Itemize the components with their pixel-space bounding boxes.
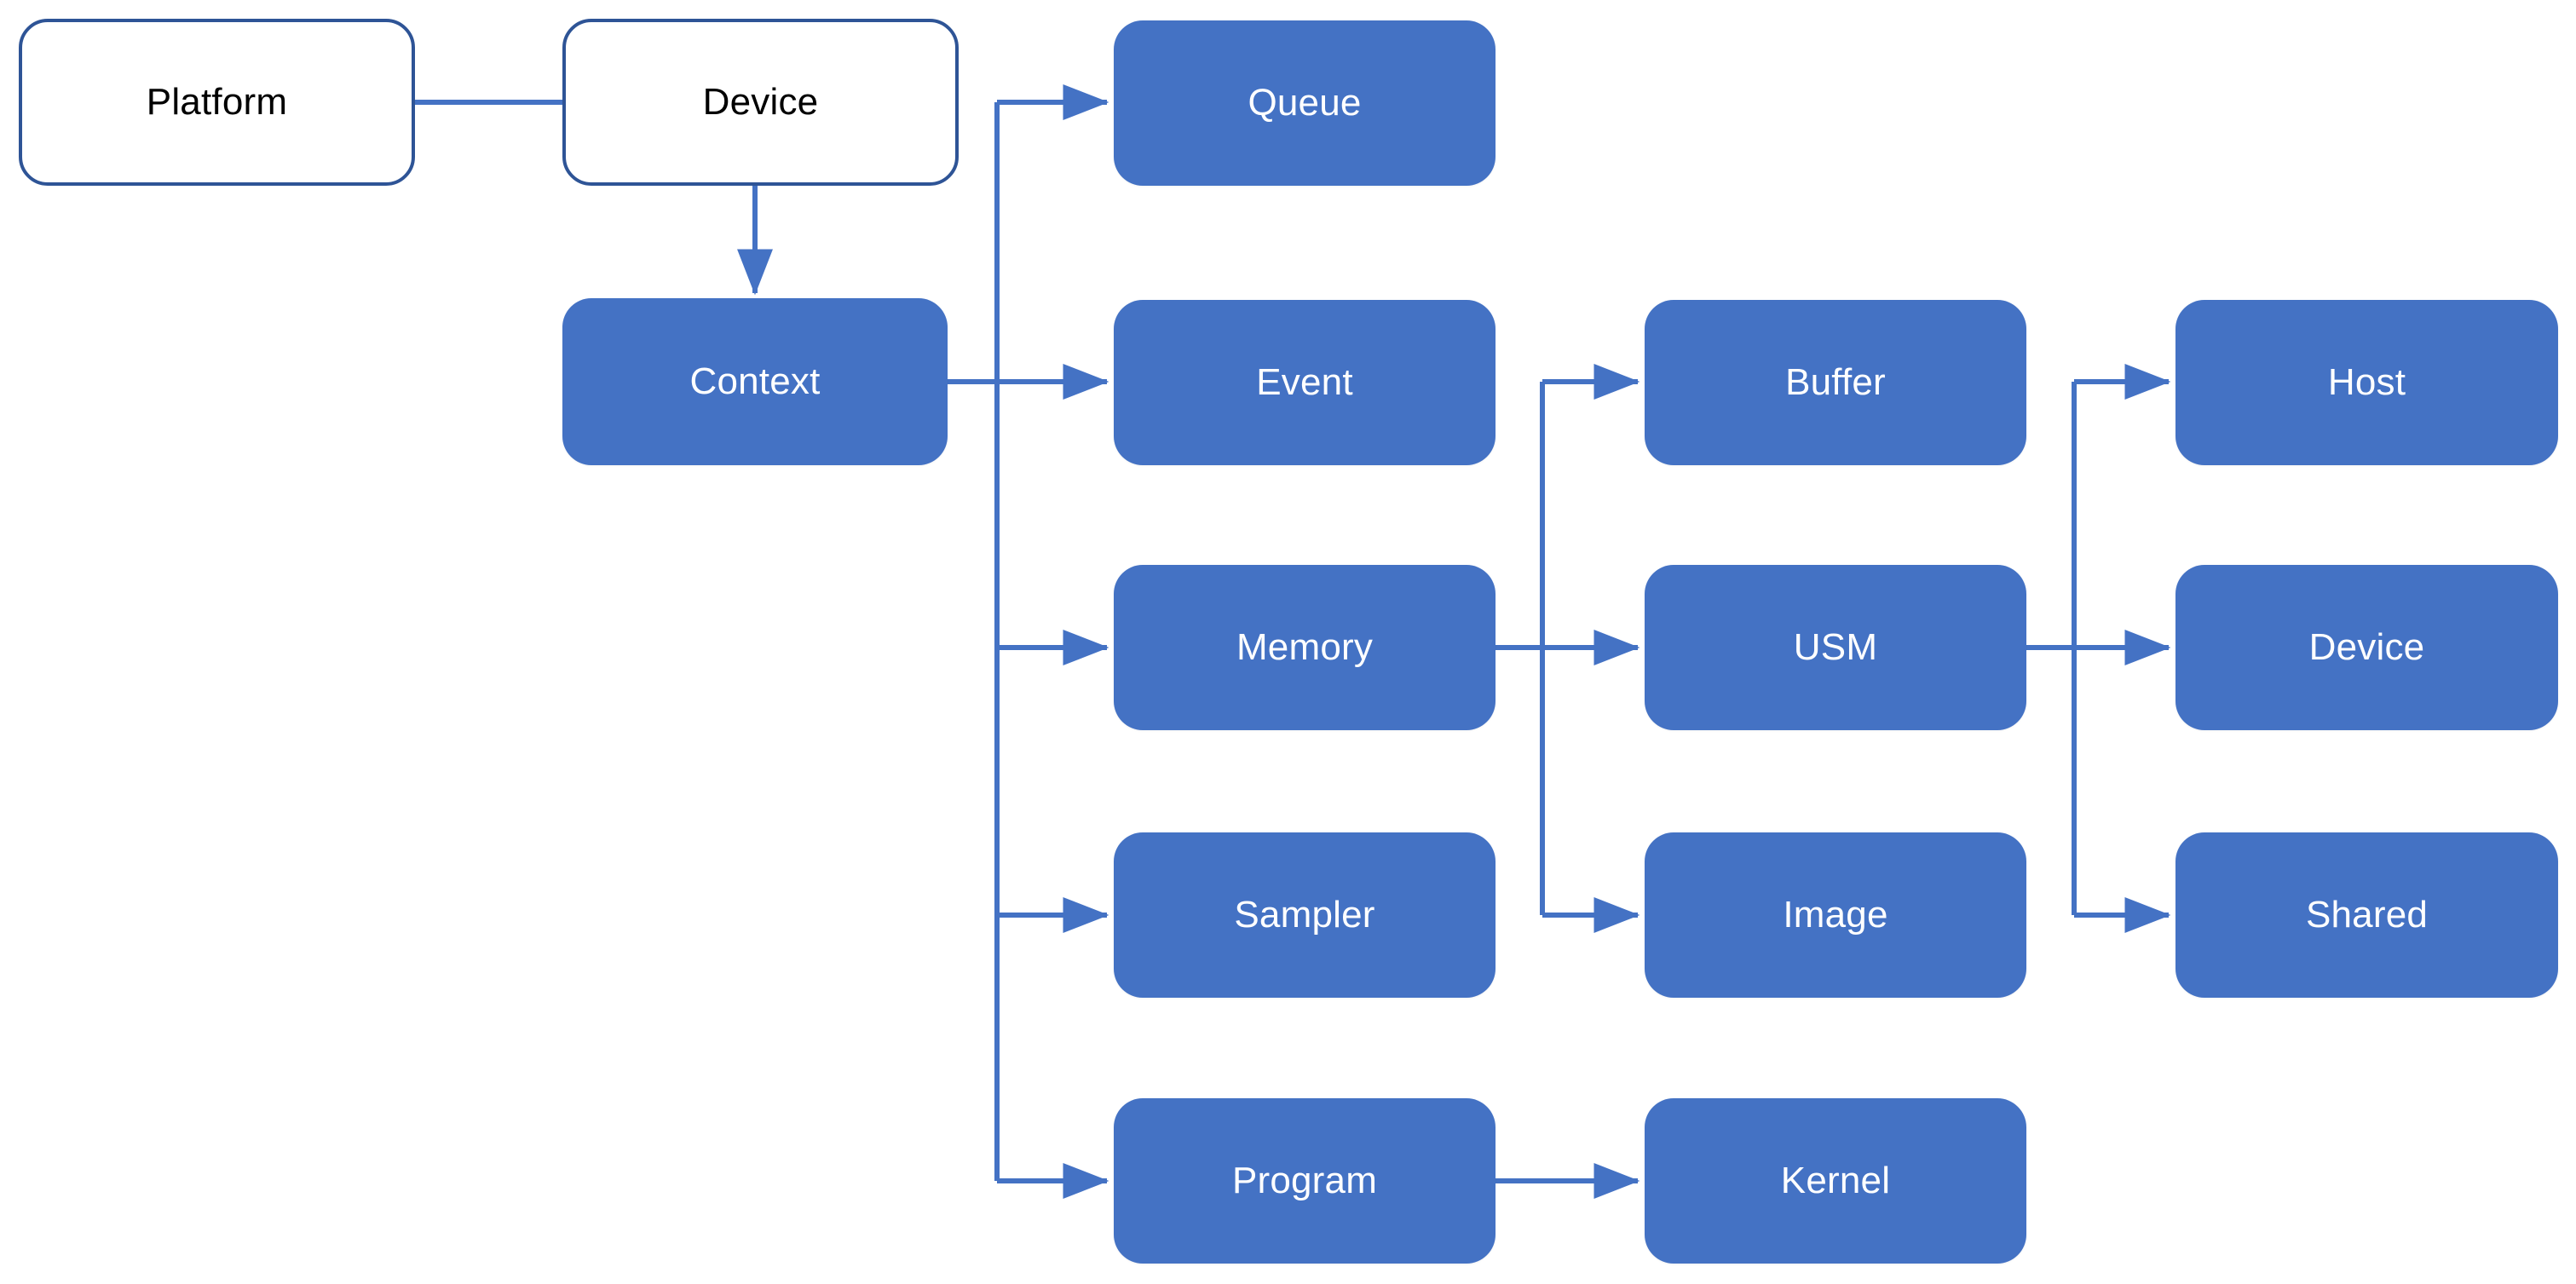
node-usm-label: USM	[1793, 625, 1878, 668]
node-memory-label: Memory	[1236, 625, 1374, 668]
diagram-canvas: Platform Device Context Queue Event Memo…	[0, 0, 2576, 1284]
node-context-label: Context	[689, 360, 821, 402]
node-queue-label: Queue	[1248, 81, 1362, 124]
node-memory[interactable]: Memory	[1114, 565, 1495, 730]
edge-usm-trunk	[2026, 382, 2077, 915]
node-device-label: Device	[702, 80, 819, 123]
node-host[interactable]: Host	[2175, 300, 2558, 465]
node-image-label: Image	[1783, 893, 1888, 936]
node-buffer[interactable]: Buffer	[1645, 300, 2026, 465]
node-kernel[interactable]: Kernel	[1645, 1098, 2026, 1264]
node-program-label: Program	[1231, 1159, 1378, 1201]
node-device[interactable]: Device	[562, 19, 959, 186]
node-event-label: Event	[1256, 360, 1353, 403]
node-context[interactable]: Context	[562, 298, 948, 465]
node-usm-device[interactable]: Device	[2175, 565, 2558, 730]
node-kernel-label: Kernel	[1780, 1159, 1891, 1201]
node-platform[interactable]: Platform	[19, 19, 415, 186]
node-sampler-label: Sampler	[1234, 893, 1375, 936]
node-host-label: Host	[2327, 360, 2406, 403]
node-buffer-label: Buffer	[1785, 360, 1886, 403]
node-image[interactable]: Image	[1645, 832, 2026, 998]
node-usm[interactable]: USM	[1645, 565, 2026, 730]
node-platform-label: Platform	[146, 80, 288, 123]
node-shared[interactable]: Shared	[2175, 832, 2558, 998]
node-queue[interactable]: Queue	[1114, 20, 1495, 186]
node-sampler[interactable]: Sampler	[1114, 832, 1495, 998]
node-shared-label: Shared	[2305, 893, 2429, 936]
node-program[interactable]: Program	[1114, 1098, 1495, 1264]
edge-memory-trunk	[1495, 382, 1545, 915]
node-event[interactable]: Event	[1114, 300, 1495, 465]
node-usm-device-label: Device	[2308, 625, 2425, 668]
edge-context-trunk	[948, 102, 1000, 1181]
